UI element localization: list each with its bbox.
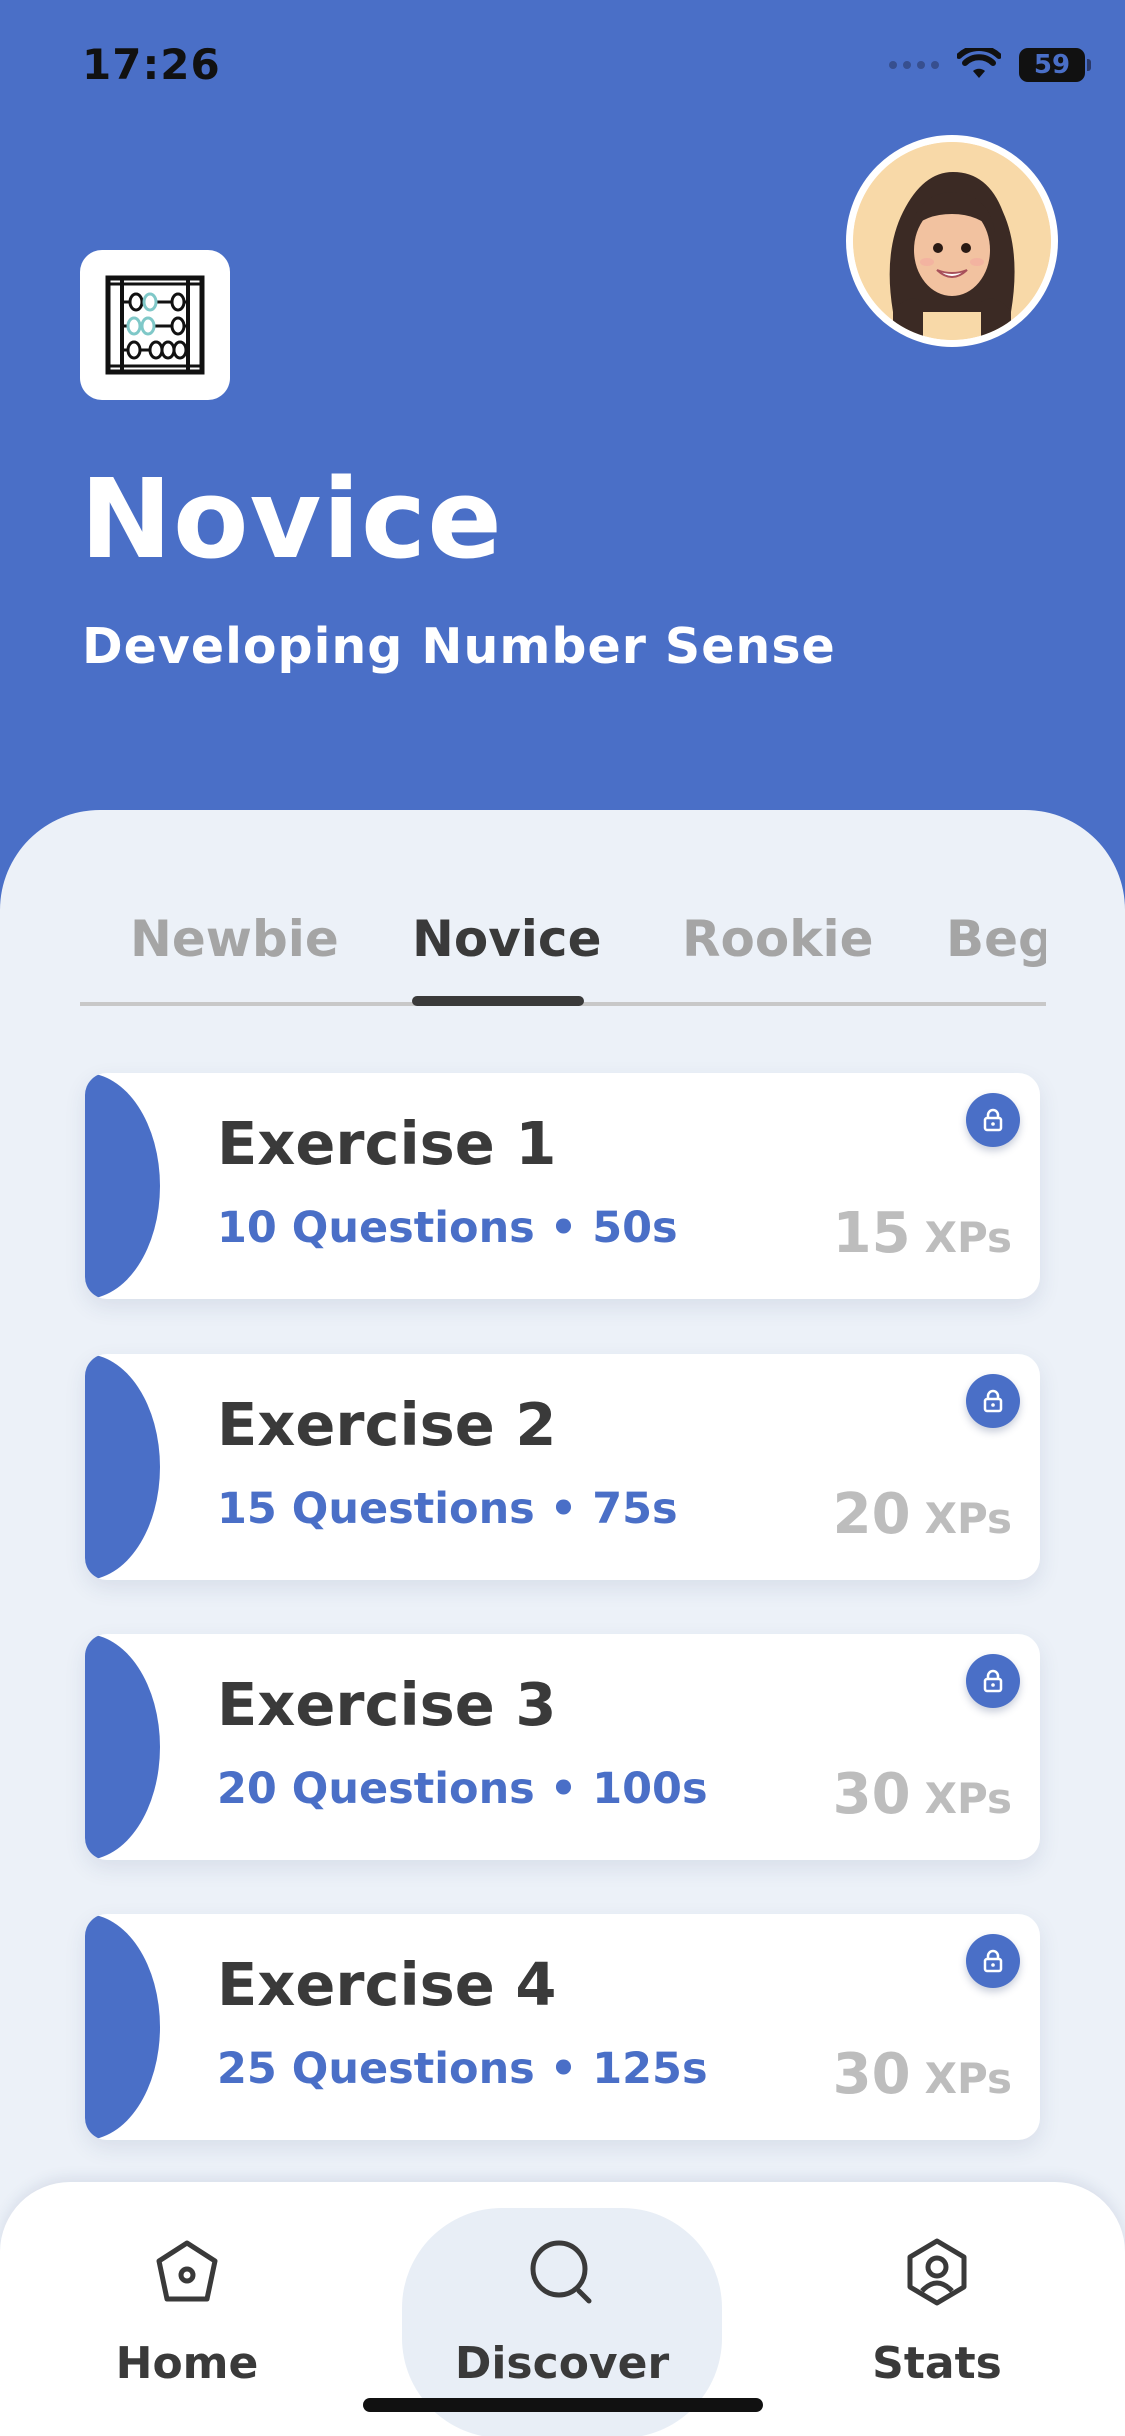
battery-icon: 59: [1019, 48, 1091, 82]
wifi-icon: [957, 48, 1001, 82]
card-accent: [85, 1634, 160, 1860]
exercise-card-3[interactable]: Exercise 3 20 Questions • 100s 30 XPs: [85, 1634, 1040, 1860]
lock-icon: [966, 1374, 1020, 1428]
tab-active-indicator: [412, 996, 584, 1006]
exercise-card-4[interactable]: Exercise 4 25 Questions • 125s 30 XPs: [85, 1914, 1040, 2140]
home-icon: [152, 2232, 222, 2312]
xp-unit: XPs: [924, 1213, 1012, 1262]
level-tabs: Newbie Novice Rookie Begi: [80, 870, 1046, 1020]
nav-home-label: Home: [115, 2338, 259, 2389]
card-accent: [85, 1073, 160, 1299]
nav-stats-label: Stats: [872, 2338, 1002, 2389]
exercise-title: Exercise 4: [217, 1950, 557, 2019]
page-title: Novice: [80, 455, 503, 583]
nav-discover[interactable]: Discover: [422, 2232, 702, 2402]
battery-level: 59: [1033, 50, 1071, 80]
exercise-card-1[interactable]: Exercise 1 10 Questions • 50s 15 XPs: [85, 1073, 1040, 1299]
exercise-xp: 15 XPs: [833, 1201, 1012, 1266]
xp-unit: XPs: [924, 2054, 1012, 2103]
exercise-meta: 10 Questions • 50s: [217, 1203, 678, 1253]
xp-value: 30: [832, 1762, 911, 1827]
exercise-xp: 30 XPs: [833, 1762, 1012, 1827]
tab-rookie[interactable]: Rookie: [682, 910, 874, 968]
app-screen: 17:26 59 Novice Developing Number Sense …: [0, 0, 1125, 2436]
signal-dots-icon: [889, 61, 939, 69]
nav-discover-label: Discover: [454, 2338, 670, 2389]
card-accent: [85, 1914, 160, 2140]
status-bar: 17:26 59: [0, 0, 1125, 140]
xp-unit: XPs: [924, 1774, 1012, 1823]
lock-icon: [966, 1093, 1020, 1147]
exercise-meta: 25 Questions • 125s: [217, 2044, 708, 2094]
xp-value: 20: [832, 1482, 911, 1547]
tab-newbie[interactable]: Newbie: [130, 910, 339, 968]
nav-stats[interactable]: Stats: [797, 2232, 1077, 2402]
xp-value: 15: [832, 1201, 911, 1266]
avatar[interactable]: [846, 135, 1058, 347]
exercise-meta: 15 Questions • 75s: [217, 1484, 678, 1534]
home-indicator: [363, 2398, 763, 2412]
exercise-title: Exercise 2: [217, 1390, 557, 1459]
tab-novice[interactable]: Novice: [412, 910, 601, 968]
exercise-xp: 30 XPs: [833, 2042, 1012, 2107]
app-logo: [80, 250, 230, 400]
lock-icon: [966, 1934, 1020, 1988]
page-subtitle: Developing Number Sense: [82, 618, 836, 675]
exercise-meta: 20 Questions • 100s: [217, 1764, 708, 1814]
status-time: 17:26: [82, 40, 221, 89]
profile-icon: [902, 2232, 972, 2312]
xp-value: 30: [832, 2042, 911, 2107]
exercise-card-2[interactable]: Exercise 2 15 Questions • 75s 20 XPs: [85, 1354, 1040, 1580]
abacus-icon: [105, 275, 205, 375]
status-icons: 59: [889, 48, 1091, 82]
nav-home[interactable]: Home: [47, 2232, 327, 2402]
tab-beginner[interactable]: Begi: [946, 910, 1046, 968]
xp-unit: XPs: [924, 1494, 1012, 1543]
card-accent: [85, 1354, 160, 1580]
exercise-title: Exercise 3: [217, 1670, 557, 1739]
lock-icon: [966, 1654, 1020, 1708]
exercise-title: Exercise 1: [217, 1109, 557, 1178]
search-icon: [527, 2232, 597, 2312]
exercise-xp: 20 XPs: [833, 1482, 1012, 1547]
memoji-avatar: [853, 142, 1051, 340]
